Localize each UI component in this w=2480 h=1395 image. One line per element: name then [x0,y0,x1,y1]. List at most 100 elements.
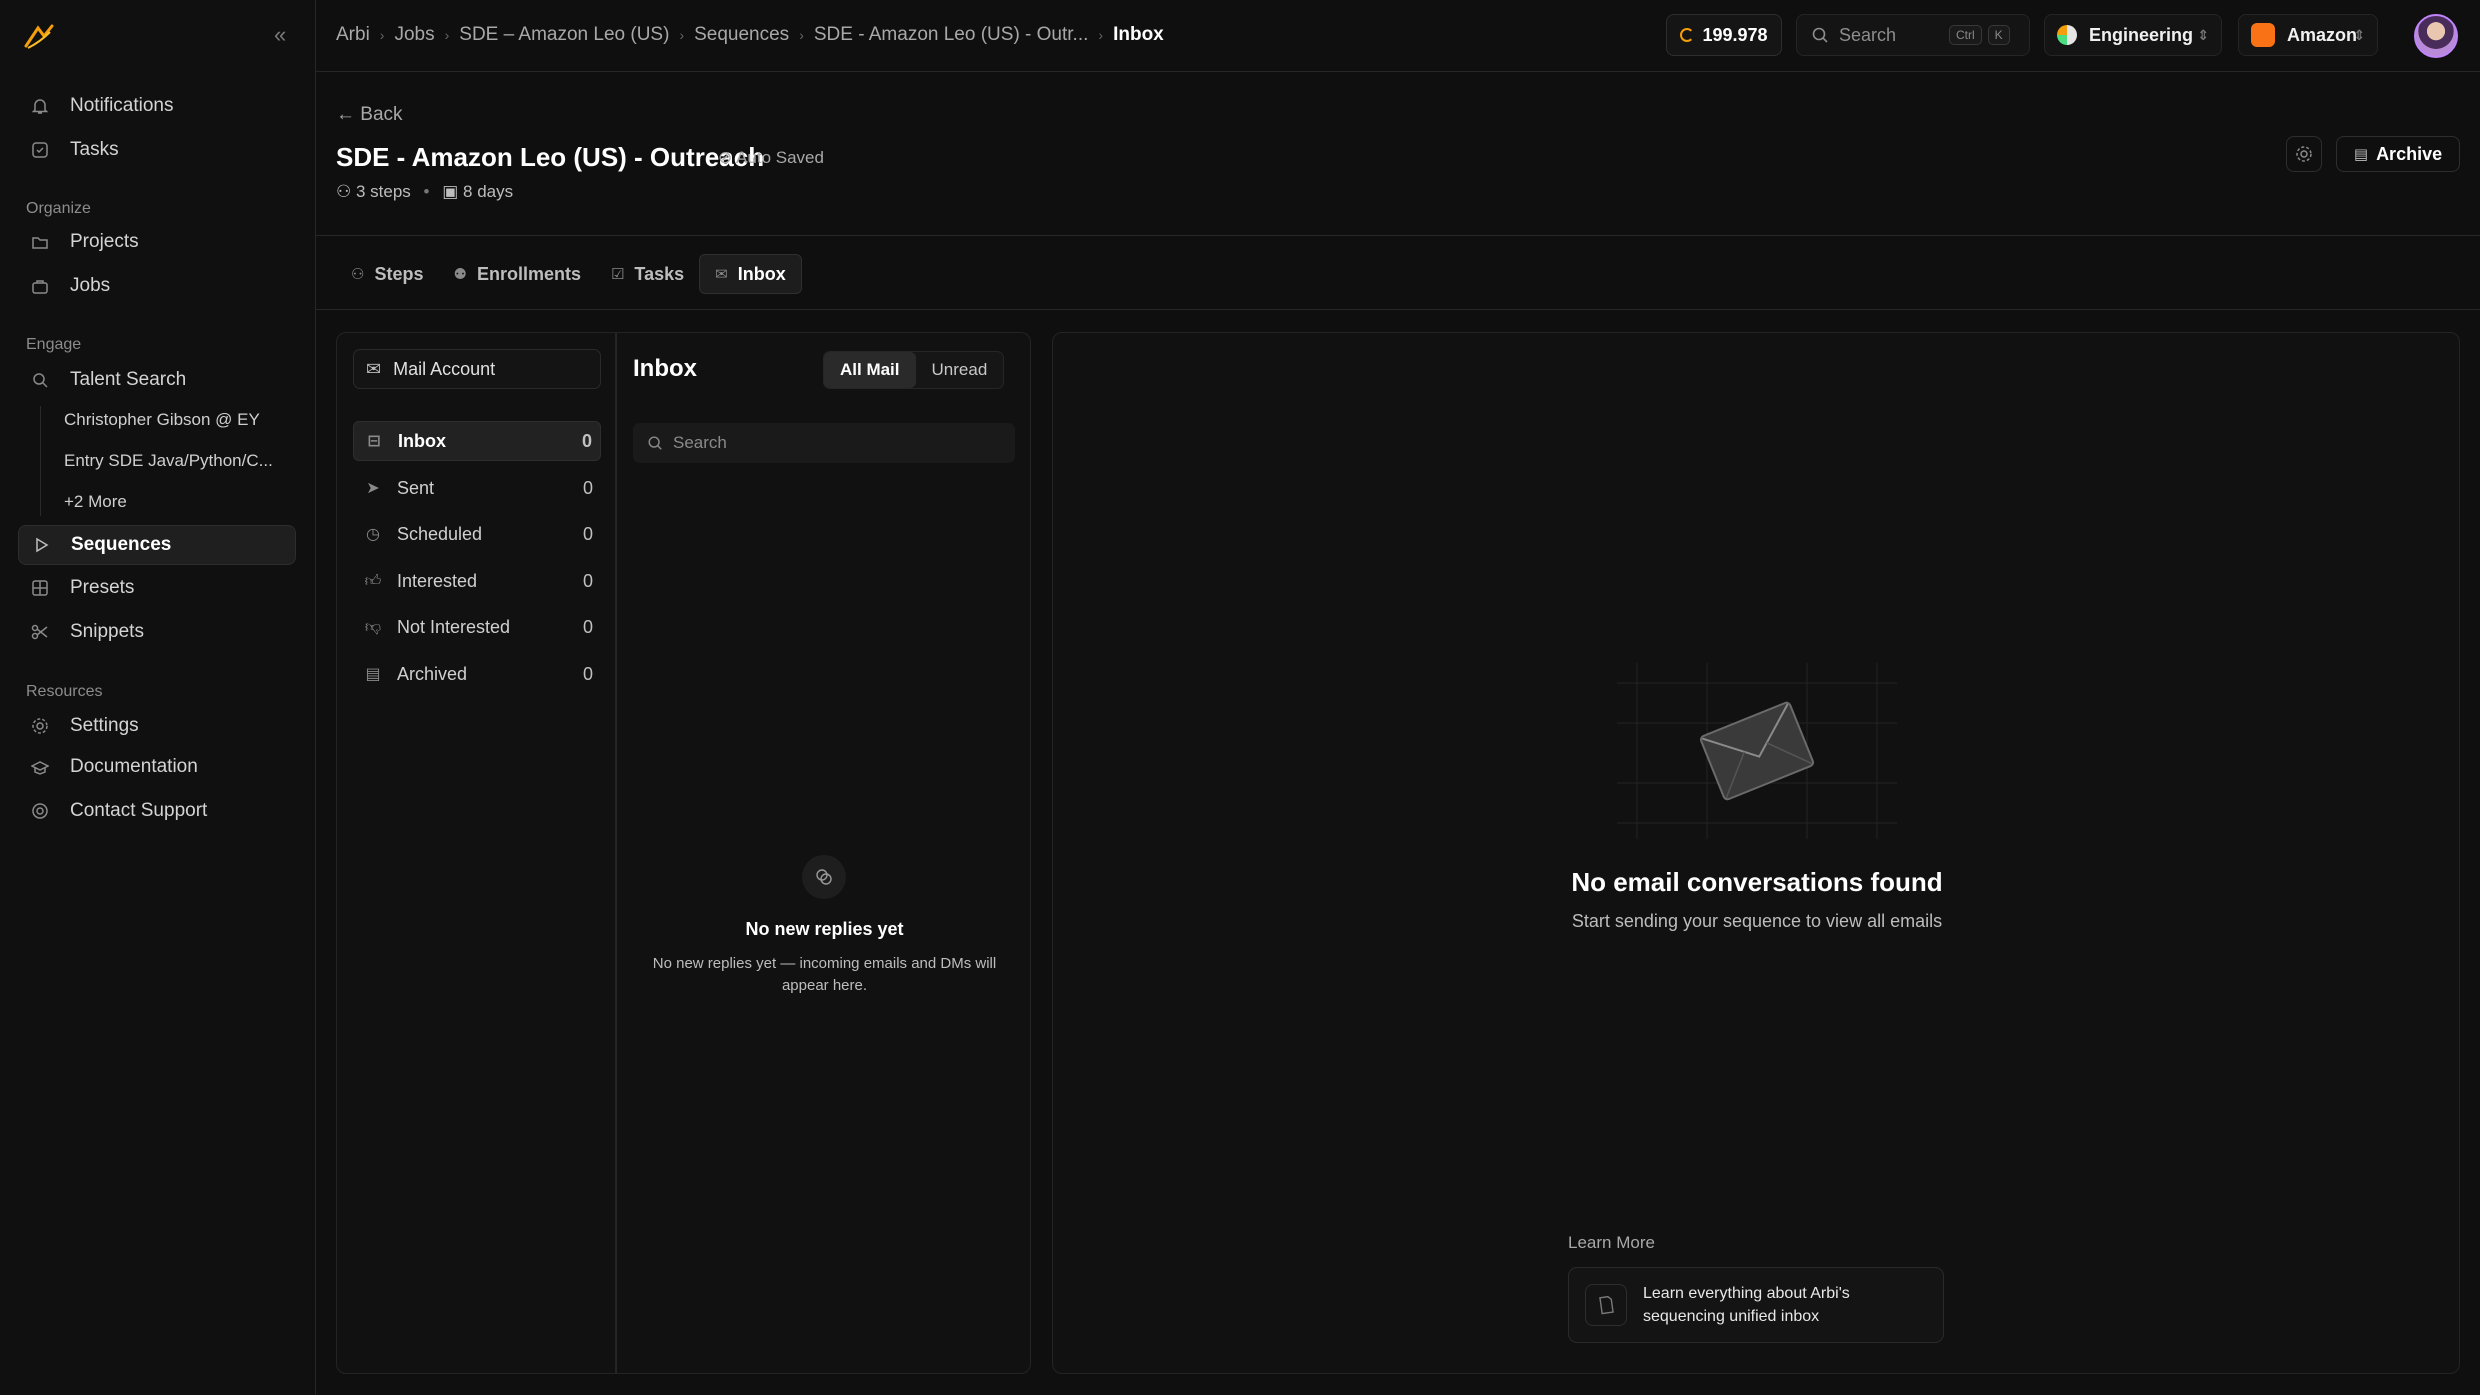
tab-enrollments[interactable]: ⚉ Enrollments [438,254,595,294]
nav-label: Projects [70,231,139,252]
nav-presets[interactable]: Presets [18,568,296,608]
chevron-right-icon: › [799,27,804,43]
folder-scheduled[interactable]: ◷ Scheduled 0 [353,514,601,554]
credits-icon [1680,28,1695,42]
days-count: 8 days [463,182,514,201]
sequence-header: ← Back SDE - Amazon Leo (US) - Outreach … [316,72,2480,236]
kbd-k: K [1987,25,2010,45]
list-search-input[interactable] [673,433,993,453]
nav-settings[interactable]: Settings [18,706,296,746]
archive-icon: ▤ [365,666,381,683]
company-name: Amazon [2287,24,2358,45]
bell-icon [30,96,50,116]
list-search[interactable] [633,423,1015,463]
folder-count: 0 [581,430,592,451]
credits-badge[interactable]: 199.978 [1666,14,1782,56]
breadcrumb-item[interactable]: Arbi [336,24,370,46]
support-icon [30,801,50,821]
back-label: Back [360,104,403,125]
sequence-settings-button[interactable] [2286,136,2322,172]
nav-tasks[interactable]: Tasks [18,130,296,170]
folder-interested[interactable]: 👍︎ Interested 0 [353,561,601,601]
empty-replies-subtitle: No new replies yet — incoming emails and… [652,955,997,994]
nav-jobs[interactable]: Jobs [18,266,296,306]
folder-not-interested[interactable]: 👎︎ Not Interested 0 [353,607,601,647]
conversation-list-panel: Inbox All Mail Unread No new replies yet… [616,332,1031,1374]
collapse-sidebar-icon[interactable]: « [274,24,296,46]
saved-search-item[interactable]: Christopher Gibson @ EY [64,410,260,430]
saved-search-item[interactable]: Entry SDE Java/Python/C... [64,451,273,471]
search-label: Search [1839,24,1897,45]
breadcrumb-item[interactable]: Sequences [694,24,789,46]
nav-label: Jobs [70,275,111,296]
section-resources: Resources [26,683,103,700]
mail-icon: ✉ [715,266,728,283]
folder-inbox[interactable]: ⊟ Inbox 0 [353,421,601,461]
folder-sent[interactable]: ➤ Sent 0 [353,468,601,508]
document-icon [1585,1284,1627,1326]
avatar[interactable] [2414,14,2458,58]
tab-tasks[interactable]: ☑ Tasks [596,254,699,294]
tree-line [40,406,41,516]
checkbox-icon: ☑ [610,266,625,283]
conversation-detail-panel: No email conversations found Start sendi… [1052,332,2460,1374]
envelope-illustration-icon [1617,663,1897,839]
nav-sequences[interactable]: Sequences [18,525,296,565]
nav-label: Settings [70,715,139,736]
nav-label: Snippets [70,621,144,642]
nav-label: Contact Support [70,800,208,821]
team-selector[interactable]: Engineering ⇕ [2044,14,2222,56]
filter-all-mail[interactable]: All Mail [824,352,916,388]
back-link[interactable]: ← Back [336,104,403,126]
tab-steps[interactable]: ⚇ Steps [336,254,438,294]
saved-search-more[interactable]: +2 More [64,492,127,512]
search-icon [1812,27,1828,43]
tasks-icon [30,140,50,160]
chevron-right-icon: › [679,27,685,43]
archive-label: Archive [2376,143,2443,164]
nav-contact-support[interactable]: Contact Support [18,791,296,831]
learn-more-card[interactable]: Learn everything about Arbi's sequencing… [1568,1267,1944,1343]
mail-icon: ✉ [366,358,382,379]
breadcrumb-item[interactable]: Jobs [394,24,434,46]
mail-account-button[interactable]: ✉ Mail Account [353,349,601,389]
credits-value: 199.978 [1702,24,1768,45]
check-circle-icon: ⊘ [718,148,733,167]
breadcrumb-item[interactable]: SDE - Amazon Leo (US) - Outr... [814,24,1089,46]
global-search[interactable]: Search Ctrl K [1796,14,2030,56]
filter-unread[interactable]: Unread [916,352,1004,388]
breadcrumb-item[interactable]: SDE – Amazon Leo (US) [459,24,669,46]
autosaved-label: Auto Saved [736,148,824,167]
nav-label: Talent Search [70,369,187,390]
nav-snippets[interactable]: Snippets [18,612,296,652]
search-refresh-icon [30,370,50,390]
book-icon [30,757,50,777]
arbi-logo[interactable] [22,22,56,52]
folder-icon [30,232,50,252]
learn-more-label: Learn More [1568,1233,1655,1252]
nav-projects[interactable]: Projects [18,222,296,262]
nav-notifications[interactable]: Notifications [18,86,296,126]
grid-icon [30,578,50,598]
folder-label: Inbox [398,430,446,451]
mail-account-label: Mail Account [393,358,496,379]
nav-label: Notifications [70,95,174,116]
chevron-right-icon: › [1098,27,1104,43]
breadcrumb-current: Inbox [1113,24,1164,45]
company-selector[interactable]: Amazon ⇕ [2238,14,2378,56]
chevron-updown-icon: ⇕ [2197,26,2209,43]
nav-documentation[interactable]: Documentation [18,747,296,787]
search-icon [648,436,662,450]
nav-talent-search[interactable]: Talent Search [18,360,296,400]
topbar: Arbi › Jobs › SDE – Amazon Leo (US) › Seque… [316,0,2480,72]
tab-inbox[interactable]: ✉ Inbox [699,254,802,294]
amazon-logo-icon [2251,23,2275,47]
list-title: Inbox [633,355,697,382]
folder-label: Archived [397,663,468,684]
sidebar: « Notifications Tasks Organize Projects … [0,0,316,1395]
chevron-updown-icon: ⇕ [2353,26,2365,43]
folder-archived[interactable]: ▤ Archived 0 [353,654,601,694]
archive-button[interactable]: ▤ Archive [2336,136,2460,172]
archive-icon: ▤ [2353,146,2369,163]
sequence-meta: ⚇ 3 steps • ▣ 8 days [336,182,513,202]
